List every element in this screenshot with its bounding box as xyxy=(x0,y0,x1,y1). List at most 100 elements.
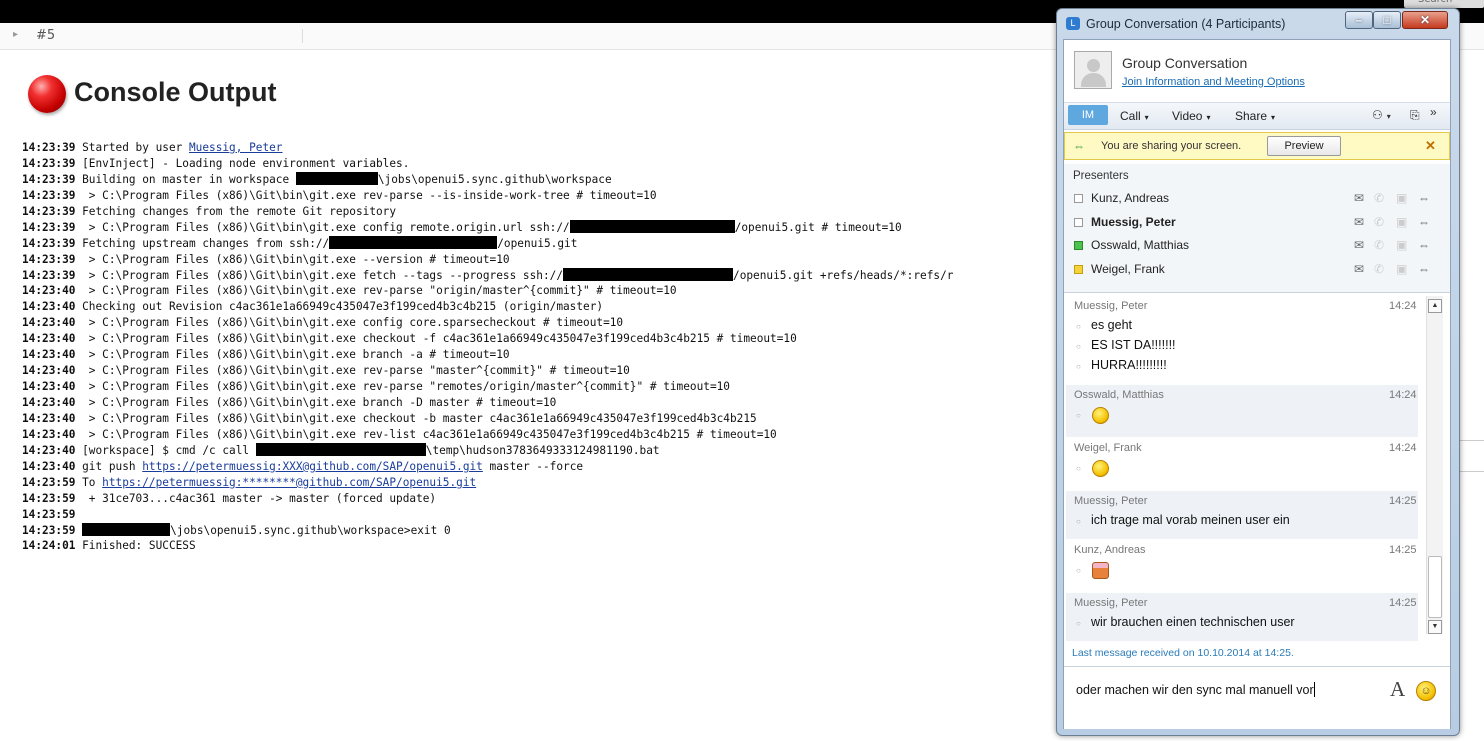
presenter-row[interactable]: Osswald, Matthias ✉ ✆ ▣ ⇔ xyxy=(1064,234,1450,257)
participants-icon[interactable]: ⚇ ▾ xyxy=(1372,108,1391,122)
presenter-name: Osswald, Matthias xyxy=(1091,238,1190,252)
console-text: To xyxy=(75,475,103,489)
im-icon[interactable]: ✉ xyxy=(1354,191,1364,205)
message-bullet-icon: ○ xyxy=(1076,411,1081,420)
message-text: es geht xyxy=(1091,318,1133,332)
phone-icon[interactable]: ✆ xyxy=(1374,238,1384,252)
video-label: Video xyxy=(1172,109,1203,123)
console-timestamp: 14:23:40 xyxy=(22,332,76,346)
join-info-link[interactable]: Join Information and Meeting Options xyxy=(1122,76,1305,88)
conversation-title: Group Conversation xyxy=(1122,55,1248,71)
avatar-head-shape xyxy=(1087,59,1100,72)
emoticon-icon[interactable]: ☺ xyxy=(1416,681,1436,701)
close-icon[interactable]: ✕ xyxy=(1425,138,1436,154)
presenter-row[interactable]: Muessig, Peter ✉ ✆ ▣ ⇔ xyxy=(1064,211,1450,234)
console-timestamp: 14:23:40 xyxy=(22,300,76,314)
console-text: > C:\Program Files (x86)\Git\bin\git.exe… xyxy=(75,427,777,441)
attachment-icon[interactable]: ⎘ xyxy=(1410,108,1420,123)
window-title: Group Conversation (4 Participants) xyxy=(1086,17,1286,31)
im-icon[interactable]: ✉ xyxy=(1354,215,1364,229)
console-line: 14:23:39 > C:\Program Files (x86)\Git\bi… xyxy=(22,188,1057,204)
message-time: 14:25 xyxy=(1389,544,1417,556)
console-text: > C:\Program Files (x86)\Git\bin\git.exe… xyxy=(75,380,730,394)
console-link[interactable]: Muessig, Peter xyxy=(189,141,283,154)
phone-icon[interactable]: ✆ xyxy=(1374,262,1384,276)
message-bullet-icon: ○ xyxy=(1076,464,1081,473)
breadcrumb-arrow-icon[interactable]: ▸ xyxy=(13,29,18,40)
console-timestamp: 14:23:40 xyxy=(22,284,76,298)
message-sender: Muessig, Peter xyxy=(1074,597,1148,609)
cake-emoticon-icon xyxy=(1092,562,1109,579)
console-timestamp: 14:23:59 xyxy=(22,491,76,505)
console-timestamp: 14:23:39 xyxy=(22,252,76,266)
scroll-up-icon[interactable]: ▲ xyxy=(1428,299,1442,313)
console-line: 14:23:59 + 31ce703...c4ac361 master -> m… xyxy=(22,491,1057,507)
message-text: ich trage mal vorab meinen user ein xyxy=(1091,513,1290,527)
console-text: Building on master in workspace xyxy=(75,172,296,186)
phone-icon[interactable]: ✆ xyxy=(1374,191,1384,205)
console-timestamp: 14:23:39 xyxy=(22,141,76,154)
redacted-block xyxy=(329,235,498,249)
font-icon[interactable]: A xyxy=(1390,677,1405,702)
call-button[interactable]: Call ▾ xyxy=(1120,109,1149,123)
console-text: git push xyxy=(75,459,143,473)
scroll-thumb[interactable] xyxy=(1428,556,1442,618)
chat-history: ▲ ▼ Muessig, Peter 14:24 ○ es geht ○ ES IST D… xyxy=(1064,294,1450,641)
more-options-icon[interactable]: » xyxy=(1430,105,1437,119)
presenter-row[interactable]: Weigel, Frank ✉ ✆ ▣ ⇔ xyxy=(1064,258,1450,281)
video-button[interactable]: Video ▾ xyxy=(1172,109,1211,123)
message-input[interactable]: oder machen wir den sync mal manuell vor xyxy=(1076,682,1315,697)
message-compose-area[interactable]: oder machen wir den sync mal manuell vor… xyxy=(1064,666,1450,729)
message-text: HURRA!!!!!!!!! xyxy=(1091,358,1167,372)
presenter-row[interactable]: Kunz, Andreas ✉ ✆ ▣ ⇔ xyxy=(1064,187,1450,210)
sharing-icon[interactable]: ⇔ xyxy=(1418,262,1430,276)
console-text: + 31ce703...c4ac361 master -> master (fo… xyxy=(75,491,437,505)
console-link[interactable]: https://petermuessig:XXX@github.com/SAP/… xyxy=(142,460,483,473)
message-text: ES IST DA!!!!!!! xyxy=(1091,338,1176,352)
console-line: 14:23:39 [EnvInject] - Loading node envi… xyxy=(22,156,1057,172)
sharing-status-text: You are sharing your screen. xyxy=(1101,140,1242,152)
breadcrumb-build[interactable]: #5 xyxy=(36,28,55,43)
phone-icon[interactable]: ✆ xyxy=(1374,215,1384,229)
console-timestamp: 14:23:39 xyxy=(22,188,76,202)
preview-button[interactable]: Preview xyxy=(1267,136,1341,156)
console-line: 14:23:39 Building on master in workspace… xyxy=(22,171,1057,188)
presence-status-icon xyxy=(1074,241,1083,250)
minimize-button[interactable]: – xyxy=(1345,11,1373,29)
share-button[interactable]: Share ▾ xyxy=(1235,109,1275,123)
console-link[interactable]: https://petermuessig:********@github.com… xyxy=(102,476,476,489)
video-icon[interactable]: ▣ xyxy=(1396,238,1407,252)
message-time: 14:24 xyxy=(1389,389,1417,401)
console-line: 14:23:40 > C:\Program Files (x86)\Git\bi… xyxy=(22,331,1057,347)
avatar-body-shape xyxy=(1081,73,1106,87)
video-icon[interactable]: ▣ xyxy=(1396,262,1407,276)
video-icon[interactable]: ▣ xyxy=(1396,191,1407,205)
im-icon[interactable]: ✉ xyxy=(1354,262,1364,276)
chat-message: Muessig, Peter 14:25 ○ wir brauchen einen t… xyxy=(1066,593,1418,641)
redacted-block xyxy=(295,171,378,185)
conversation-panel: Group Conversation Join Information and … xyxy=(1063,39,1451,729)
im-icon[interactable]: ✉ xyxy=(1354,238,1364,252)
sharing-icon[interactable]: ⇔ xyxy=(1418,215,1430,229)
console-text: > C:\Program Files (x86)\Git\bin\git.exe… xyxy=(75,364,630,378)
search-input[interactable]: Search xyxy=(1404,0,1484,8)
console-text: Fetching changes from the remote Git rep… xyxy=(75,204,397,218)
video-icon[interactable]: ▣ xyxy=(1396,215,1407,229)
tab-im[interactable]: IM xyxy=(1068,105,1108,125)
close-button[interactable]: ✕ xyxy=(1402,11,1448,29)
message-bullet-icon: ○ xyxy=(1076,619,1081,628)
sharing-icon[interactable]: ⇔ xyxy=(1418,238,1430,252)
window-titlebar[interactable]: L Group Conversation (4 Participants) – … xyxy=(1057,9,1459,39)
message-bullet-icon: ○ xyxy=(1076,566,1081,575)
presence-status-icon xyxy=(1074,264,1083,274)
chat-scrollbar[interactable]: ▲ ▼ xyxy=(1426,296,1443,634)
last-message-status: Last message received on 10.10.2014 at 1… xyxy=(1072,647,1294,659)
party-emoticon-icon xyxy=(1092,407,1109,424)
presenters-panel: Presenters Kunz, Andreas ✉ ✆ ▣ ⇔ Muessig, Pet… xyxy=(1064,164,1450,293)
sharing-icon[interactable]: ⇔ xyxy=(1418,191,1430,205)
scroll-down-icon[interactable]: ▼ xyxy=(1428,620,1442,634)
console-line: 14:23:39 Started by user Muessig, Peter xyxy=(22,140,1057,156)
maximize-button[interactable]: □ xyxy=(1373,11,1401,29)
message-bullet-icon: ○ xyxy=(1076,362,1081,371)
